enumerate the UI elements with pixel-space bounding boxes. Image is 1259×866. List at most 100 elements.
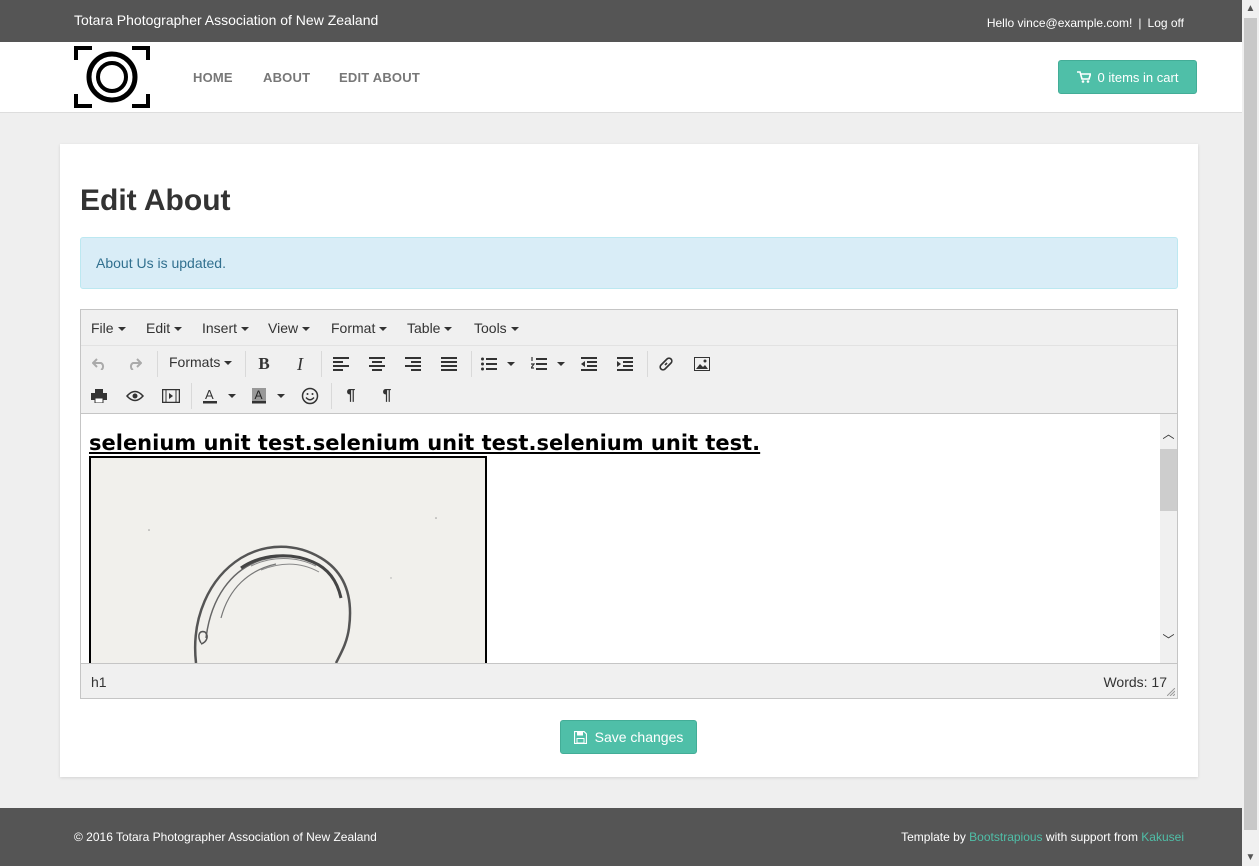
word-count: Words: 17 xyxy=(1103,674,1167,690)
rich-text-editor: File Edit Insert View Format Table Tools… xyxy=(80,309,1178,699)
caret-icon xyxy=(277,394,285,398)
page-scrollbar[interactable]: ▲ ▼ xyxy=(1242,0,1259,866)
caret-icon xyxy=(224,361,233,366)
bootstrapious-link[interactable]: Bootstrapious xyxy=(969,830,1042,844)
scroll-up-icon[interactable]: ▲ xyxy=(1242,0,1259,17)
logo-icon[interactable] xyxy=(74,46,150,108)
align-right-icon[interactable] xyxy=(401,352,425,376)
footer: © 2016 Totara Photographer Association o… xyxy=(0,808,1242,866)
portrait-image[interactable] xyxy=(89,456,487,663)
emoticons-icon[interactable] xyxy=(298,384,322,408)
menu-table[interactable]: Table xyxy=(407,320,453,336)
nav-home[interactable]: HOME xyxy=(193,70,233,85)
menu-tools-label: Tools xyxy=(474,320,507,336)
outdent-icon[interactable] xyxy=(577,352,601,376)
numbered-list-dropdown[interactable] xyxy=(551,352,567,376)
ltr-icon[interactable]: ¶ xyxy=(339,384,363,408)
indent-icon[interactable] xyxy=(613,352,637,376)
align-center-icon[interactable] xyxy=(365,352,389,376)
menu-edit[interactable]: Edit xyxy=(146,320,183,336)
caret-icon xyxy=(510,327,519,332)
cart-label: 0 items in cart xyxy=(1097,69,1179,85)
editor-statusbar: h1 Words: 17 xyxy=(81,663,1177,698)
align-justify-icon[interactable] xyxy=(437,352,461,376)
svg-text:A: A xyxy=(205,388,214,402)
formats-dropdown[interactable]: Formats xyxy=(169,354,233,370)
background-color-dropdown[interactable] xyxy=(271,384,287,408)
menu-insert-label: Insert xyxy=(202,320,238,336)
caret-icon xyxy=(507,362,515,366)
numbered-list-icon[interactable] xyxy=(527,352,551,376)
text-color-dropdown[interactable] xyxy=(222,384,238,408)
user-area: Hello vince@example.com! | Log off xyxy=(987,16,1184,30)
kakusei-link[interactable]: Kakusei xyxy=(1141,830,1184,844)
caret-icon xyxy=(228,394,236,398)
bold-icon[interactable]: B xyxy=(252,352,276,376)
toolbar-divider xyxy=(321,351,322,377)
bullet-list-icon[interactable] xyxy=(477,352,501,376)
page-title: Edit About xyxy=(80,184,231,217)
nav-about[interactable]: ABOUT xyxy=(263,70,310,85)
menu-tools[interactable]: Tools xyxy=(474,320,519,336)
support-text: with support from xyxy=(1045,830,1138,844)
editor-menubar: File Edit Insert View Format Table Tools xyxy=(81,310,1177,346)
content-card: Edit About About Us is updated. File Edi… xyxy=(60,144,1198,777)
logoff-link[interactable]: Log off xyxy=(1148,16,1184,30)
caret-icon xyxy=(302,327,311,332)
site-title: Totara Photographer Association of New Z… xyxy=(74,12,379,28)
cart-button[interactable]: 0 items in cart xyxy=(1058,60,1197,94)
footer-credit: Template by Bootstrapious with support f… xyxy=(901,830,1184,844)
caret-icon xyxy=(444,327,453,332)
element-path[interactable]: h1 xyxy=(91,674,107,690)
template-by-text: Template by xyxy=(901,830,966,844)
italic-icon[interactable]: I xyxy=(288,352,312,376)
background-color-icon[interactable]: A xyxy=(247,384,271,408)
menu-view[interactable]: View xyxy=(268,320,311,336)
scroll-down-icon[interactable]: ▼ xyxy=(1242,849,1259,866)
menu-insert[interactable]: Insert xyxy=(202,320,250,336)
undo-icon[interactable] xyxy=(87,352,111,376)
resize-handle-icon[interactable] xyxy=(1167,688,1175,696)
editor-content-area[interactable]: selenium unit test.selenium unit test.se… xyxy=(81,413,1177,664)
toolbar-divider xyxy=(471,351,472,377)
cart-icon xyxy=(1076,71,1091,83)
menu-view-label: View xyxy=(268,320,299,336)
menu-file[interactable]: File xyxy=(91,320,126,336)
toolbar-divider xyxy=(191,383,192,409)
top-bar: Totara Photographer Association of New Z… xyxy=(0,0,1242,42)
editor-scroll-thumb[interactable] xyxy=(1160,449,1177,511)
link-icon[interactable] xyxy=(654,352,678,376)
image-icon[interactable] xyxy=(690,352,714,376)
content-heading: selenium unit test.selenium unit test.se… xyxy=(89,431,761,455)
editor-scroll-up-icon[interactable]: ︿ xyxy=(1160,426,1177,443)
preview-icon[interactable] xyxy=(123,384,147,408)
status-alert: About Us is updated. xyxy=(80,237,1178,289)
user-separator: | xyxy=(1138,16,1142,30)
nav-edit-about[interactable]: EDIT ABOUT xyxy=(339,70,420,85)
media-icon[interactable] xyxy=(159,384,183,408)
menu-table-label: Table xyxy=(407,320,441,336)
print-icon[interactable] xyxy=(87,384,111,408)
menu-format-label: Format xyxy=(331,320,376,336)
bullet-list-dropdown[interactable] xyxy=(501,352,517,376)
text-color-icon[interactable]: A xyxy=(198,384,222,408)
caret-icon xyxy=(557,362,565,366)
editor-scrollbar[interactable]: ︿ ﹀ xyxy=(1160,414,1177,663)
rtl-icon[interactable]: ¶ xyxy=(375,384,399,408)
menu-format[interactable]: Format xyxy=(331,320,388,336)
editor-scroll-down-icon[interactable]: ﹀ xyxy=(1160,632,1177,649)
greeting-link[interactable]: Hello vince@example.com! xyxy=(987,16,1133,30)
toolbar-divider xyxy=(245,351,246,377)
formats-label: Formats xyxy=(169,354,221,370)
toolbar-divider xyxy=(647,351,648,377)
toolbar-divider xyxy=(157,351,158,377)
caret-icon xyxy=(379,327,388,332)
save-button[interactable]: Save changes xyxy=(560,720,697,754)
redo-icon[interactable] xyxy=(123,352,147,376)
caret-icon xyxy=(241,327,250,332)
caret-icon xyxy=(174,327,183,332)
align-left-icon[interactable] xyxy=(329,352,353,376)
portrait-sketch-icon xyxy=(148,517,437,663)
page-scroll-thumb[interactable] xyxy=(1244,18,1257,830)
navbar: HOME ABOUT EDIT ABOUT 0 items in cart xyxy=(0,42,1242,113)
